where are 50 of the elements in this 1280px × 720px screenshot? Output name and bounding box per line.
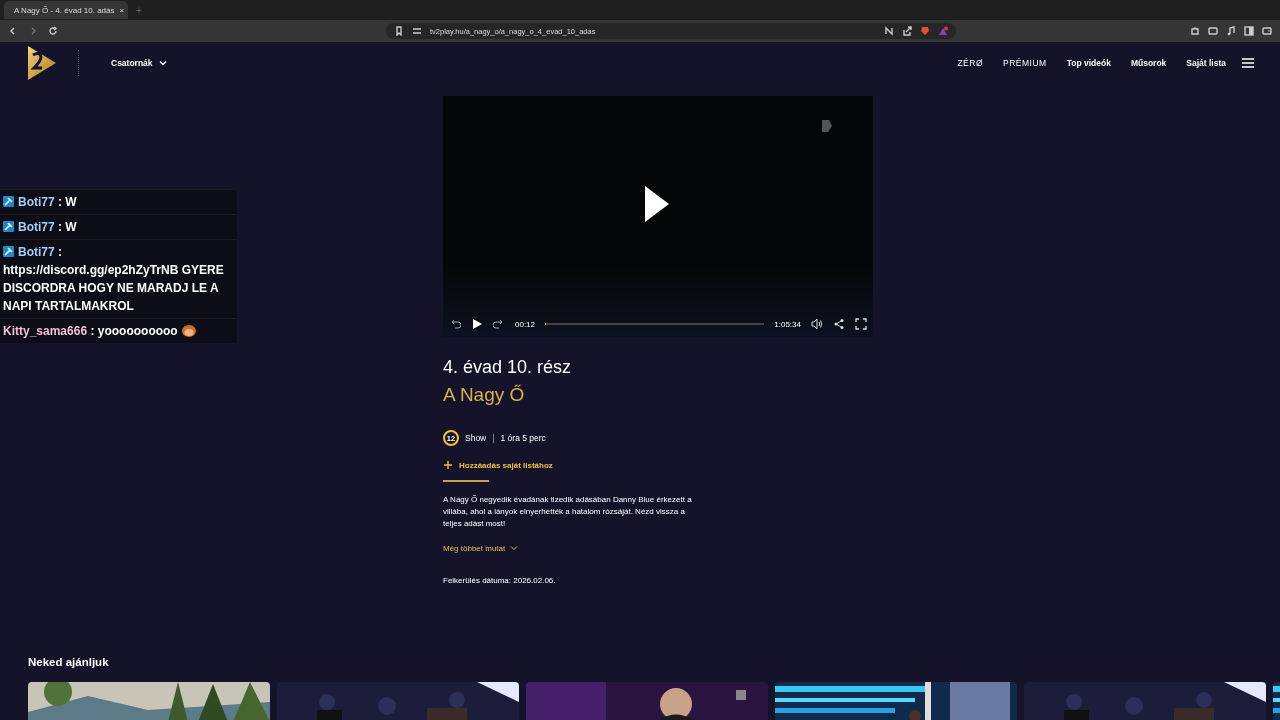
- total-time: 1:05:34: [774, 319, 801, 329]
- chat-message: Boti77 : W: [0, 189, 237, 214]
- rewind-icon[interactable]: [449, 318, 461, 330]
- nav-link[interactable]: Műsorok: [1130, 58, 1167, 68]
- translate-icon[interactable]: [884, 26, 894, 36]
- duration-label: 1 óra 5 perc: [500, 433, 546, 443]
- chevron-down-icon: [509, 543, 520, 553]
- watermark-icon: [819, 118, 835, 134]
- share-icon[interactable]: [833, 318, 845, 330]
- genre-label: Show: [465, 433, 487, 443]
- separator: |: [492, 433, 495, 443]
- screenshot-icon[interactable]: [1208, 26, 1218, 36]
- share-icon[interactable]: [902, 26, 912, 36]
- menu-icon[interactable]: [1242, 58, 1254, 68]
- nav-link[interactable]: PRÉMIUM: [1003, 58, 1047, 68]
- chevron-down-icon: [157, 58, 168, 68]
- browser-tab[interactable]: A Nagy Ő - 4. évad 10. adás ×: [4, 1, 128, 19]
- music-icon[interactable]: [1226, 26, 1236, 36]
- tv2-logo[interactable]: [26, 46, 58, 80]
- release-date: Felkerülés dátuma: 2026.02.06.: [443, 576, 556, 585]
- show-more-link[interactable]: Még többet mutat: [443, 543, 520, 553]
- chat-message: Boti77 : W: [0, 214, 237, 239]
- triangle-icon[interactable]: [938, 26, 948, 36]
- video-player[interactable]: 00:12 1:05:34: [443, 96, 873, 337]
- nav-link[interactable]: Top videók: [1066, 58, 1111, 68]
- chat-message: Kitty_sama666 : yoooooooooo: [0, 318, 237, 343]
- fullscreen-icon[interactable]: [855, 318, 867, 330]
- wallet-icon[interactable]: [1262, 26, 1272, 36]
- nav-link[interactable]: Saját lista: [1186, 58, 1226, 68]
- channels-dropdown[interactable]: Csatornák: [105, 57, 174, 69]
- show-title[interactable]: A Nagy Ő: [443, 384, 525, 406]
- close-tab-button[interactable]: ×: [119, 5, 125, 15]
- chat-message: Boti77 : https://discord.gg/ep2hZyTrNB GYERE DISCORDRA HOGY NE MARADJ LE A NAPI TARTALMAKROL: [0, 239, 237, 318]
- section-title: Neked ajánljuk: [28, 656, 110, 668]
- shield-icon[interactable]: [920, 26, 930, 36]
- episode-title: 4. évad 10. rész: [443, 357, 572, 378]
- puzzle-icon[interactable]: [1190, 26, 1200, 36]
- volume-icon[interactable]: [811, 318, 823, 330]
- reload-icon[interactable]: [48, 26, 58, 36]
- nav-link[interactable]: ZÉRØ: [957, 58, 983, 68]
- bookmark-icon[interactable]: [394, 26, 404, 36]
- play-icon[interactable]: [643, 184, 671, 224]
- forward-icon[interactable]: [493, 318, 505, 330]
- site-settings-icon[interactable]: [412, 26, 422, 36]
- episode-description: A Nagy Ő negyedik évadának tizedik adásában Danny Blue érkezett a villába, ahol a lányok elnyerhették a hatalom rózsáját. Nézd vissza a teljes adást most!: [443, 494, 693, 530]
- current-time: 00:12: [515, 319, 536, 329]
- add-to-list-button[interactable]: Hozzáadás saját listához: [443, 460, 553, 470]
- sidebar-icon[interactable]: [1244, 26, 1254, 36]
- play-icon[interactable]: [471, 318, 483, 330]
- plus-icon: [443, 460, 453, 470]
